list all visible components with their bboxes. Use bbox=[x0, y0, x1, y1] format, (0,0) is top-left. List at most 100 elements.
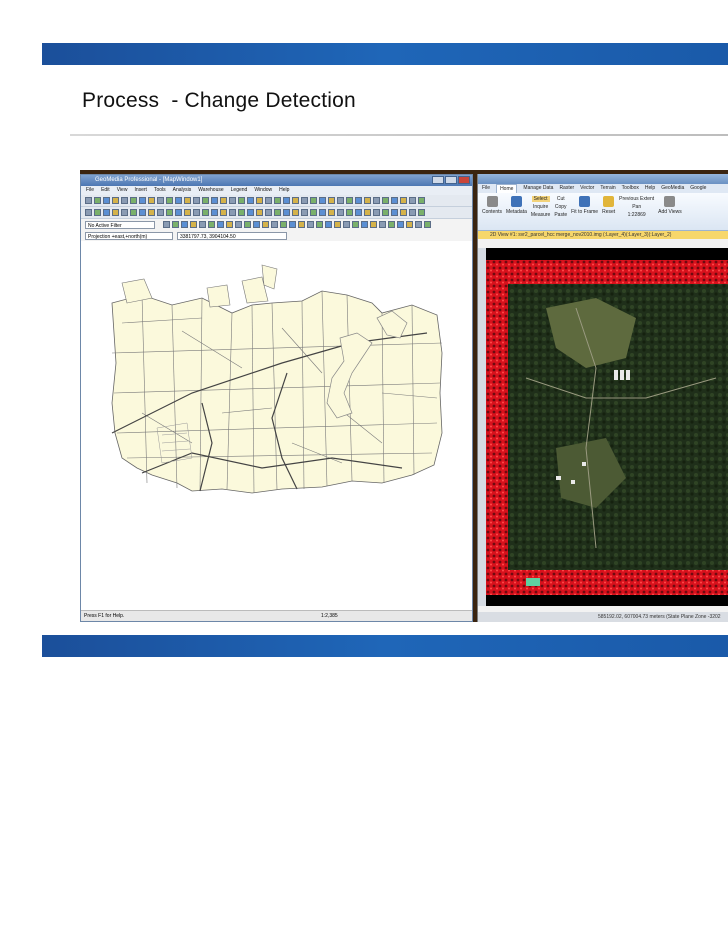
toolbar-tool-icon[interactable] bbox=[175, 197, 182, 204]
toolbar-tool-icon[interactable] bbox=[229, 209, 236, 216]
toolbar-tool-icon[interactable] bbox=[391, 197, 398, 204]
toolbar-tool-icon[interactable] bbox=[103, 197, 110, 204]
paste-button[interactable]: Paste bbox=[554, 212, 567, 218]
toolbar-tool-icon[interactable] bbox=[139, 209, 146, 216]
toolbar-tool-icon[interactable] bbox=[265, 209, 272, 216]
minimize-button[interactable] bbox=[432, 176, 444, 184]
toolbar-tool-icon[interactable] bbox=[247, 197, 254, 204]
toolbar-tool-icon[interactable] bbox=[238, 197, 245, 204]
menu-edit[interactable]: Edit bbox=[101, 186, 110, 195]
toolbar-tool-icon[interactable] bbox=[382, 209, 389, 216]
toolbar-tool-icon[interactable] bbox=[391, 209, 398, 216]
menu-file[interactable]: File bbox=[86, 186, 94, 195]
projection-dropdown[interactable]: Projection +east,+north(m) bbox=[85, 231, 173, 240]
toolbar-tool-icon[interactable] bbox=[217, 221, 224, 228]
toolbar-tool-icon[interactable] bbox=[235, 221, 242, 228]
toolbar-tool-icon[interactable] bbox=[373, 197, 380, 204]
toolbar-tool-icon[interactable] bbox=[397, 221, 404, 228]
fit-to-frame-button[interactable]: Fit to Frame bbox=[571, 196, 598, 215]
toolbar-tool-icon[interactable] bbox=[346, 197, 353, 204]
toolbar-tool-icon[interactable] bbox=[85, 197, 92, 204]
tab-toolbox[interactable]: Toolbox bbox=[622, 184, 639, 193]
measure-button[interactable]: Measure bbox=[531, 212, 550, 218]
toolbar-tool-icon[interactable] bbox=[202, 197, 209, 204]
toolbar-tool-icon[interactable] bbox=[184, 209, 191, 216]
previous-extent-button[interactable]: Previous Extent bbox=[619, 196, 654, 202]
toolbar-tool-icon[interactable] bbox=[103, 209, 110, 216]
toolbar-tool-icon[interactable] bbox=[121, 209, 128, 216]
retriever-side-tab[interactable] bbox=[478, 248, 486, 606]
menu-warehouse[interactable]: Warehouse bbox=[198, 186, 223, 195]
coordinate-readout[interactable]: 3381797.73, 3904104.50 bbox=[177, 231, 287, 240]
toolbar-tool-icon[interactable] bbox=[256, 209, 263, 216]
toolbar-tool-icon[interactable] bbox=[283, 197, 290, 204]
parcel-map-view[interactable] bbox=[82, 243, 471, 610]
toolbar-tool-icon[interactable] bbox=[292, 197, 299, 204]
toolbar-tool-icon[interactable] bbox=[211, 209, 218, 216]
menu-view[interactable]: View bbox=[117, 186, 128, 195]
cut-button[interactable]: Cut bbox=[557, 196, 565, 202]
toolbar-tool-icon[interactable] bbox=[262, 221, 269, 228]
toolbar-tool-icon[interactable] bbox=[244, 221, 251, 228]
maximize-button[interactable] bbox=[445, 176, 457, 184]
toolbar-tool-icon[interactable] bbox=[319, 209, 326, 216]
toolbar-tool-icon[interactable] bbox=[238, 209, 245, 216]
reset-button[interactable]: Reset bbox=[602, 196, 615, 215]
toolbar-tool-icon[interactable] bbox=[418, 197, 425, 204]
toolbar-tool-icon[interactable] bbox=[310, 197, 317, 204]
toolbar-tool-icon[interactable] bbox=[337, 197, 344, 204]
menu-insert[interactable]: Insert bbox=[134, 186, 147, 195]
toolbar-tool-icon[interactable] bbox=[334, 221, 341, 228]
toolbar-tool-icon[interactable] bbox=[130, 209, 137, 216]
toolbar-tool-icon[interactable] bbox=[112, 209, 119, 216]
toolbar-tool-icon[interactable] bbox=[373, 209, 380, 216]
toolbar-tool-icon[interactable] bbox=[229, 197, 236, 204]
toolbar-tool-icon[interactable] bbox=[271, 221, 278, 228]
toolbar-tool-icon[interactable] bbox=[292, 209, 299, 216]
toolbar-tool-icon[interactable] bbox=[130, 197, 137, 204]
toolbar-tool-icon[interactable] bbox=[256, 197, 263, 204]
toolbar-tool-icon[interactable] bbox=[379, 221, 386, 228]
toolbar-tool-icon[interactable] bbox=[202, 209, 209, 216]
toolbar-tool-icon[interactable] bbox=[199, 221, 206, 228]
tab-manage-data[interactable]: Manage Data bbox=[523, 184, 553, 193]
toolbar-tool-icon[interactable] bbox=[148, 197, 155, 204]
menu-analysis[interactable]: Analysis bbox=[173, 186, 192, 195]
toolbar-tool-icon[interactable] bbox=[352, 221, 359, 228]
toolbar-tool-icon[interactable] bbox=[319, 197, 326, 204]
toolbar-tool-icon[interactable] bbox=[400, 209, 407, 216]
toolbar-tool-icon[interactable] bbox=[364, 197, 371, 204]
pan-button[interactable]: Pan bbox=[632, 204, 641, 210]
toolbar-tool-icon[interactable] bbox=[364, 209, 371, 216]
toolbar-tool-icon[interactable] bbox=[409, 197, 416, 204]
toolbar-tool-icon[interactable] bbox=[343, 221, 350, 228]
toolbar-tool-icon[interactable] bbox=[361, 221, 368, 228]
toolbar-tool-icon[interactable] bbox=[328, 197, 335, 204]
toolbar-tool-icon[interactable] bbox=[274, 209, 281, 216]
tab-file[interactable]: File bbox=[482, 184, 490, 193]
toolbar-tool-icon[interactable] bbox=[418, 209, 425, 216]
toolbar-tool-icon[interactable] bbox=[409, 209, 416, 216]
toolbar-tool-icon[interactable] bbox=[346, 209, 353, 216]
toolbar-tool-icon[interactable] bbox=[406, 221, 413, 228]
toolbar-tool-icon[interactable] bbox=[280, 221, 287, 228]
tab-vector[interactable]: Vector bbox=[580, 184, 594, 193]
inquire-button[interactable]: Inquire bbox=[533, 204, 548, 210]
menu-legend[interactable]: Legend bbox=[231, 186, 248, 195]
toolbar-tool-icon[interactable] bbox=[220, 209, 227, 216]
toolbar-tool-icon[interactable] bbox=[274, 197, 281, 204]
toolbar-tool-icon[interactable] bbox=[301, 197, 308, 204]
toolbar-tool-icon[interactable] bbox=[184, 197, 191, 204]
metadata-button[interactable]: Metadata bbox=[506, 196, 527, 215]
toolbar-tool-icon[interactable] bbox=[337, 209, 344, 216]
toolbar-tool-icon[interactable] bbox=[112, 197, 119, 204]
close-button[interactable] bbox=[458, 176, 470, 184]
copy-button[interactable]: Copy bbox=[555, 204, 567, 210]
toolbar-tool-icon[interactable] bbox=[316, 221, 323, 228]
toolbar-tool-icon[interactable] bbox=[157, 209, 164, 216]
toolbar-tool-icon[interactable] bbox=[148, 209, 155, 216]
toolbar-tool-icon[interactable] bbox=[193, 209, 200, 216]
toolbar-tool-icon[interactable] bbox=[193, 197, 200, 204]
toolbar-tool-icon[interactable] bbox=[289, 221, 296, 228]
toolbar-tool-icon[interactable] bbox=[121, 197, 128, 204]
